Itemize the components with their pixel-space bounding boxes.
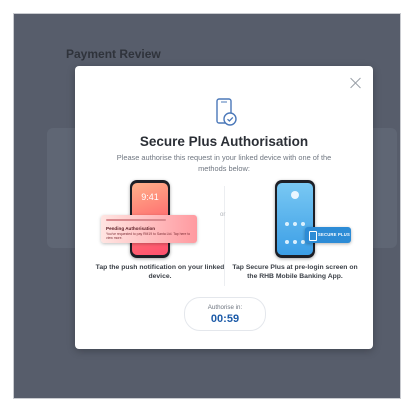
secure-plus-label: SECURE PLUS bbox=[318, 232, 350, 237]
modal-subtitle: Please authorise this request in your li… bbox=[116, 153, 332, 173]
modal-title: Secure Plus Authorisation bbox=[139, 134, 309, 149]
phone-illustration-right bbox=[275, 180, 315, 258]
method-secure-plus: SECURE PLUS Tap Secure Plus at pre-login… bbox=[230, 178, 360, 288]
phone-screen-right bbox=[277, 183, 313, 255]
phone-clock: 9:41 bbox=[141, 192, 159, 202]
push-notification-card[interactable]: Pending Authorisation You've requested t… bbox=[101, 215, 197, 243]
secure-plus-caption: Tap Secure Plus at pre-login screen on t… bbox=[232, 264, 358, 280]
secure-plus-button[interactable]: SECURE PLUS bbox=[305, 227, 351, 243]
notification-text: You've requested to pay RM19 to Santa Lt… bbox=[106, 232, 191, 241]
push-method-caption: Tap the push notification on your linked… bbox=[95, 264, 225, 280]
avatar bbox=[291, 191, 299, 199]
close-icon[interactable] bbox=[349, 76, 363, 90]
notification-app-bar bbox=[106, 219, 166, 221]
timer-value: 00:59 bbox=[210, 313, 240, 325]
secure-device-icon bbox=[216, 98, 237, 126]
authorisation-modal: Secure Plus Authorisation Please authori… bbox=[75, 66, 373, 349]
secure-plus-icon bbox=[309, 231, 317, 241]
method-push-notification: 9:41 Pending Authorisation You've reques… bbox=[95, 178, 225, 288]
notification-title: Pending Authorisation bbox=[106, 226, 156, 231]
authorise-timer: Authorise in: 00:59 bbox=[184, 297, 266, 331]
page-title: Payment Review bbox=[66, 47, 161, 61]
timer-label: Authorise in: bbox=[207, 304, 243, 311]
